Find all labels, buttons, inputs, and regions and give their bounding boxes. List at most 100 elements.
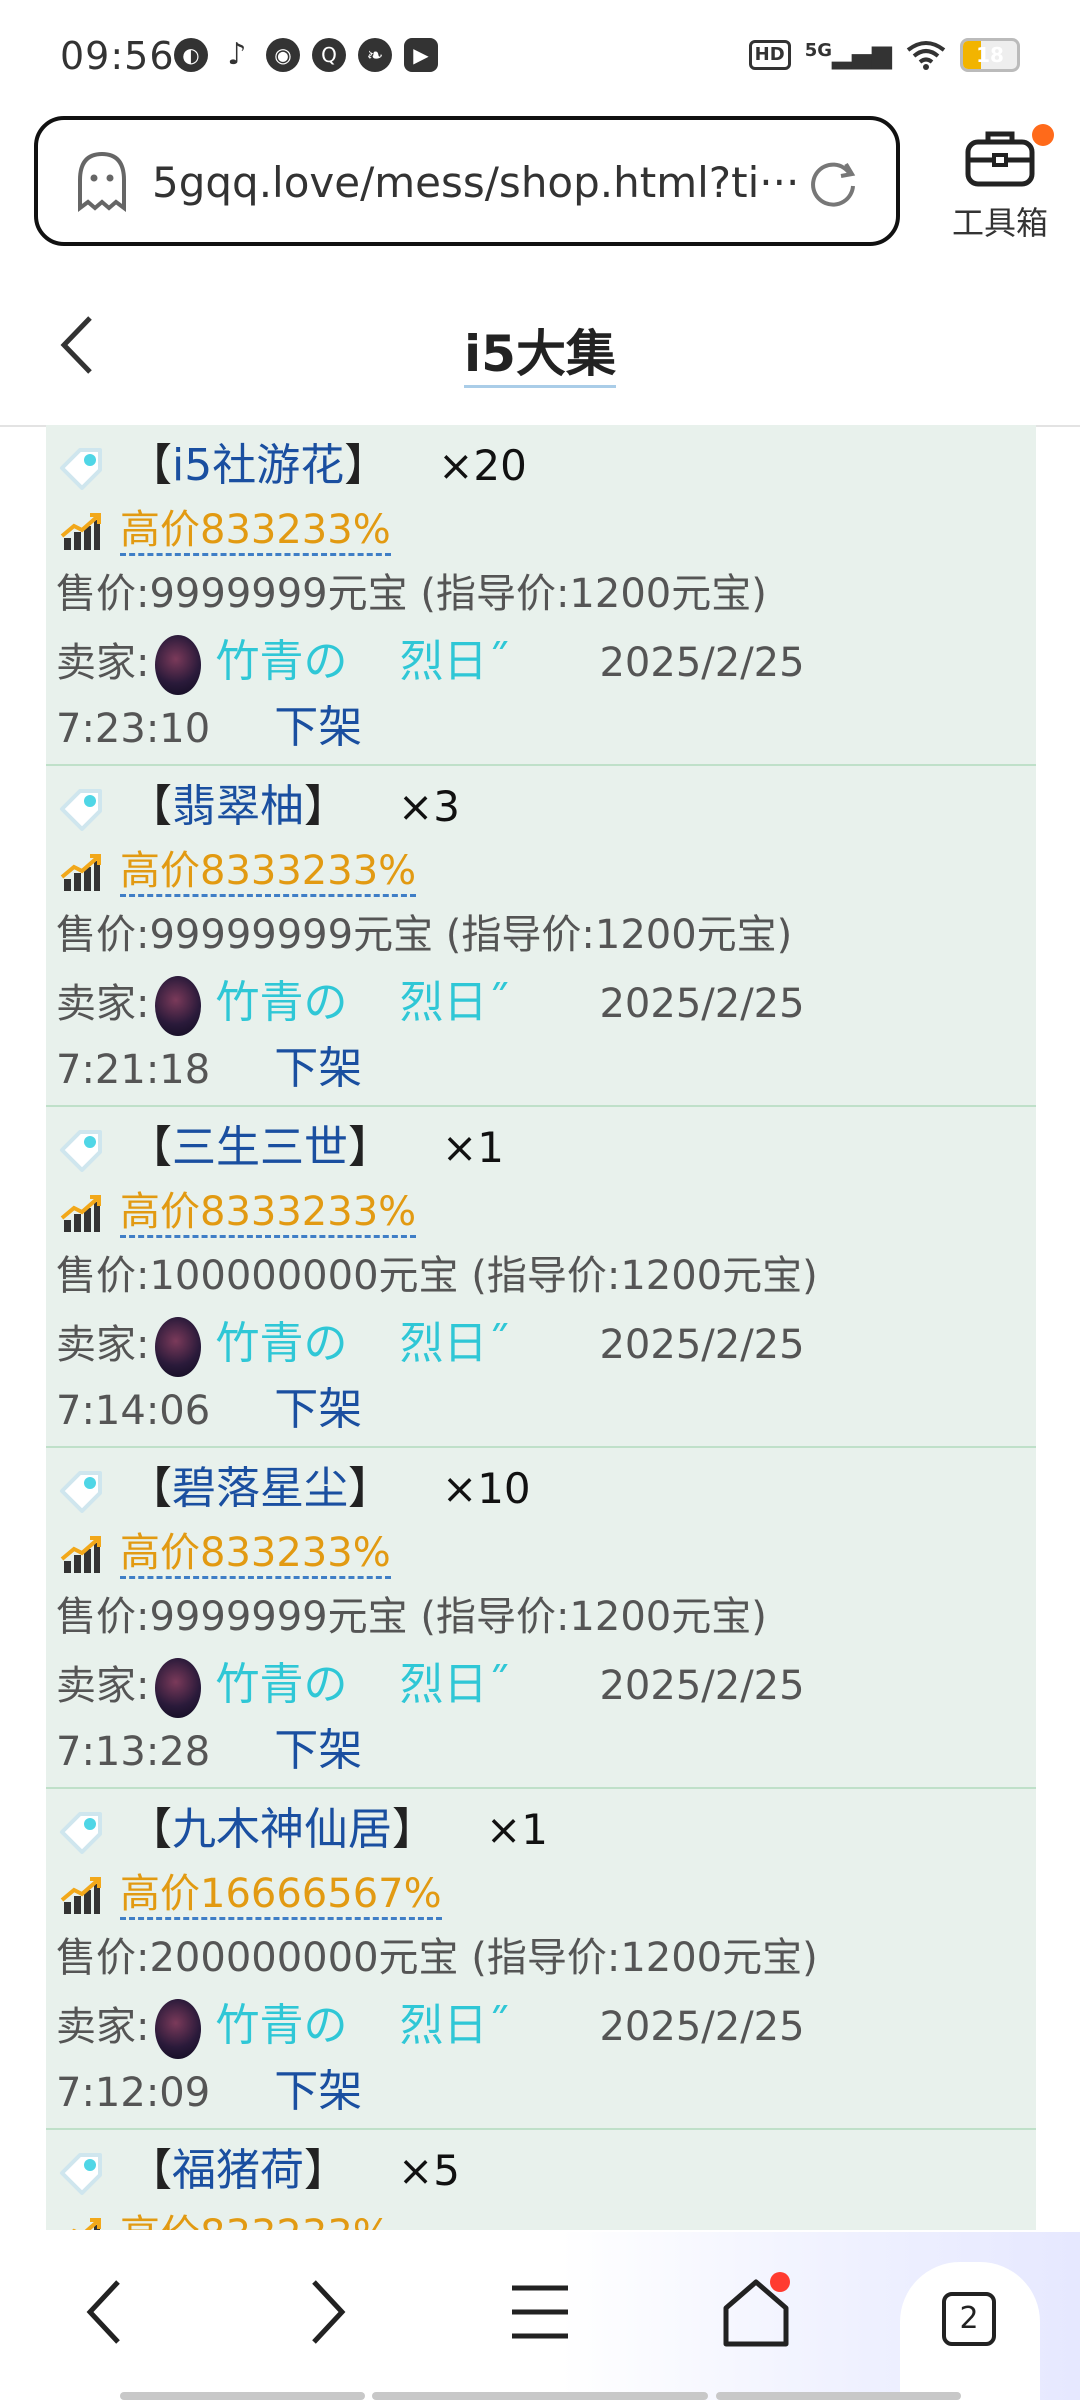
high-price-row: 高价8333233% xyxy=(56,1179,417,1238)
nav-forward-icon[interactable] xyxy=(284,2272,364,2352)
reload-icon[interactable] xyxy=(806,156,860,210)
seller-avatar[interactable] xyxy=(155,1999,202,2059)
seller-row: 卖家: 竹青の 烈日˝ 2025/2/25 xyxy=(56,1307,805,1377)
high-price-badge[interactable]: 高价833233% xyxy=(120,507,391,556)
high-price-badge[interactable]: 高价833233% xyxy=(120,2212,391,2230)
time-row: 7:23:10 下架 xyxy=(56,691,362,755)
high-price-row: 高价8333233% xyxy=(56,838,417,897)
toolbox-button[interactable]: 工具箱 xyxy=(940,120,1060,250)
delist-button[interactable]: 下架 xyxy=(274,1043,362,1094)
delist-button[interactable]: 下架 xyxy=(274,1384,362,1435)
item-name[interactable]: 福猪荷 xyxy=(172,2145,304,2196)
seller-avatar[interactable] xyxy=(155,976,202,1036)
status-app-icons: ◐ ♪ ◉ Q ❧ ▶ xyxy=(174,38,438,72)
hd-badge: HD xyxy=(748,40,791,70)
seller-prefix: 卖家: xyxy=(56,981,150,1027)
high-price-row: 高价833233% xyxy=(56,1520,391,1579)
listing-time: 7:14:06 xyxy=(56,1388,211,1434)
seller-avatar[interactable] xyxy=(155,1317,202,1377)
item-name[interactable]: 翡翠柚 xyxy=(172,781,304,832)
item-quantity: ×20 xyxy=(438,441,527,490)
price-chart-icon xyxy=(60,1194,102,1234)
toolbox-icon xyxy=(965,131,1035,187)
high-price-row: 高价833233% xyxy=(56,2202,391,2230)
seller-name-a[interactable]: 竹青の xyxy=(215,636,347,687)
seller-prefix: 卖家: xyxy=(56,1663,150,1709)
tag-icon xyxy=(56,1128,106,1174)
price-line: 售价:9999999元宝 (指导价:1200元宝) xyxy=(56,1594,767,1640)
price-line: 售价:100000000元宝 (指导价:1200元宝) xyxy=(56,1253,818,1299)
item-quantity: ×3 xyxy=(398,782,460,831)
seller-row: 卖家: 竹青の 烈日˝ 2025/2/25 xyxy=(56,966,805,1036)
world-icon: ◐ xyxy=(174,38,208,72)
listing-time: 7:21:18 xyxy=(56,1047,211,1093)
status-bar: 09:56 ◐ ♪ ◉ Q ❧ ▶ HD 5G▂▄▆ 18 xyxy=(0,0,1080,110)
item-name[interactable]: 九木神仙居 xyxy=(172,1804,392,1855)
home-button[interactable] xyxy=(716,2272,796,2352)
status-time: 09:56 xyxy=(60,34,175,78)
site-ghost-icon[interactable] xyxy=(74,150,130,212)
menu-icon[interactable] xyxy=(500,2272,580,2352)
page-title: i5大集 xyxy=(0,314,1080,388)
time-row: 7:13:28 下架 xyxy=(56,1714,362,1778)
item-name[interactable]: 碧落星尘 xyxy=(172,1463,348,1514)
listing-item: 【翡翠柚】 ×3 高价8333233% 售价:99999999元宝 (指导价:1200… xyxy=(46,766,1036,1107)
item-title-row: 【三生三世】 ×1 xyxy=(56,1111,504,1175)
seller-name-a[interactable]: 竹青の xyxy=(215,1318,347,1369)
high-price-row: 高价833233% xyxy=(56,497,391,556)
price-chart-icon xyxy=(60,853,102,893)
tabs-button[interactable]: 2 xyxy=(900,2262,1040,2402)
seller-avatar[interactable] xyxy=(155,1658,202,1718)
price-chart-icon xyxy=(60,512,102,552)
seller-name-a[interactable]: 竹青の xyxy=(215,2000,347,2051)
notification-dot xyxy=(1032,124,1054,146)
tag-icon xyxy=(56,1810,106,1856)
seller-name-b[interactable]: 烈日˝ xyxy=(399,977,509,1028)
listing-time: 7:13:28 xyxy=(56,1729,211,1775)
nav-back-icon[interactable] xyxy=(68,2272,148,2352)
high-price-badge[interactable]: 高价833233% xyxy=(120,1530,391,1579)
home-notification-dot xyxy=(770,2272,790,2292)
listing-date: 2025/2/25 xyxy=(599,2004,805,2050)
chat-icon: Q xyxy=(312,38,346,72)
item-quantity: ×1 xyxy=(486,1805,548,1854)
item-title-row: 【翡翠柚】 ×3 xyxy=(56,770,460,834)
listing-item: 【福猪荷】×5 高价833233% xyxy=(46,2130,1036,2230)
price-line: 售价:99999999元宝 (指导价:1200元宝) xyxy=(56,912,793,958)
seller-row: 卖家: 竹青の 烈日˝ 2025/2/25 xyxy=(56,1648,805,1718)
listing-time: 7:12:09 xyxy=(56,2070,211,2116)
high-price-badge[interactable]: 高价16666567% xyxy=(120,1871,442,1920)
delist-button[interactable]: 下架 xyxy=(274,1725,362,1776)
tag-icon xyxy=(56,1469,106,1515)
high-price-badge[interactable]: 高价8333233% xyxy=(120,1189,417,1238)
seller-prefix: 卖家: xyxy=(56,2004,150,2050)
bottom-nav: 2 xyxy=(0,2232,1080,2402)
listing-time: 7:23:10 xyxy=(56,706,211,752)
network-label: 5G xyxy=(804,40,832,61)
seller-name-b[interactable]: 烈日˝ xyxy=(399,1659,509,1710)
seller-name-a[interactable]: 竹青の xyxy=(215,1659,347,1710)
seller-name-b[interactable]: 烈日˝ xyxy=(399,636,509,687)
seller-name-a[interactable]: 竹青の xyxy=(215,977,347,1028)
item-name[interactable]: 三生三世 xyxy=(172,1122,348,1173)
listing-item: 【i5社游花】 ×20 高价833233% 售价:9999999元宝 (指导价:120… xyxy=(46,425,1036,766)
price-line: 售价:200000000元宝 (指导价:1200元宝) xyxy=(56,1935,818,1981)
address-bar[interactable]: 5gqq.love/mess/shop.html?ti··· xyxy=(34,116,900,246)
item-quantity: ×1 xyxy=(442,1123,504,1172)
listing-item: 【九木神仙居】 ×1 高价16666567% 售价:200000000元宝 (指导价:… xyxy=(46,1789,1036,2130)
delist-button[interactable]: 下架 xyxy=(274,702,362,753)
seller-name-b[interactable]: 烈日˝ xyxy=(399,1318,509,1369)
item-name[interactable]: i5社游花 xyxy=(172,440,344,491)
gesture-bar-left xyxy=(120,2392,365,2400)
toolbox-label: 工具箱 xyxy=(951,204,1048,242)
url-text[interactable]: 5gqq.love/mess/shop.html?ti··· xyxy=(152,158,812,207)
status-right: HD 5G▂▄▆ 18 xyxy=(748,38,1020,72)
item-title-row: 【i5社游花】 ×20 xyxy=(56,429,527,493)
leaf-icon: ❧ xyxy=(358,38,392,72)
item-title-row: 【福猪荷】 ×5 xyxy=(56,2134,460,2198)
delist-button[interactable]: 下架 xyxy=(274,2066,362,2117)
high-price-badge[interactable]: 高价8333233% xyxy=(120,848,417,897)
seller-name-b[interactable]: 烈日˝ xyxy=(399,2000,509,2051)
seller-avatar[interactable] xyxy=(155,635,202,695)
listing-item: 【碧落星尘】 ×10 高价833233% 售价:9999999元宝 (指导价:1200… xyxy=(46,1448,1036,1789)
